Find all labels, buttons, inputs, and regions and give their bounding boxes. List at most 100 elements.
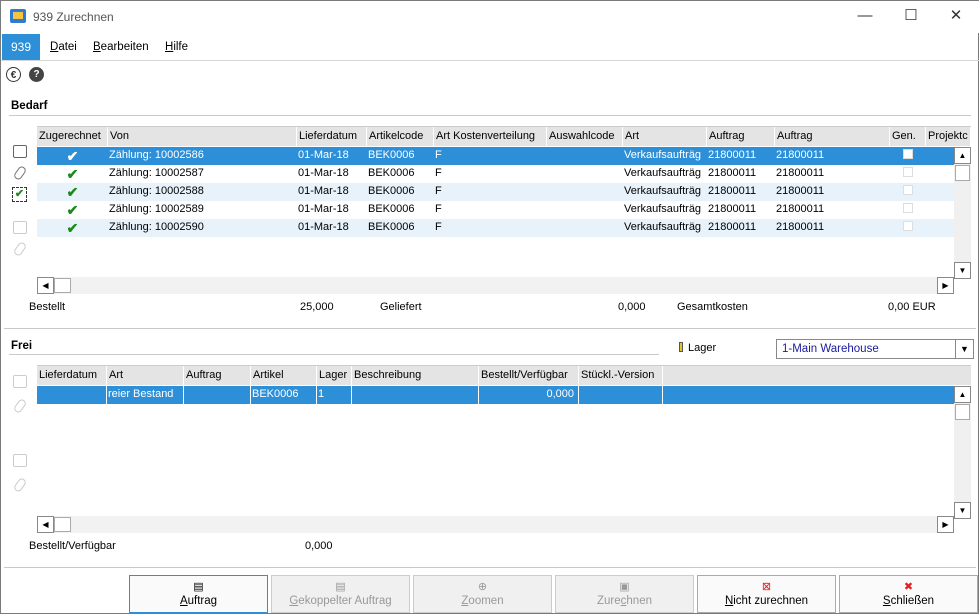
select-all-icon[interactable]: ✔ (12, 187, 27, 202)
menu-badge[interactable]: 939 (2, 34, 40, 60)
cell-art: Verkaufsaufträg (624, 185, 702, 197)
zoom-icon: ⊕ (477, 581, 488, 593)
bedarf-vscroll[interactable]: ▲ ▼ (954, 147, 971, 279)
table-row[interactable]: ✔ Zählung: 10002589 01-Mar-18 BEK0006 F … (37, 201, 954, 219)
scroll-thumb[interactable] (54, 278, 71, 293)
maximize-button[interactable]: ☐ (888, 1, 934, 31)
nicht-zurechnen-button[interactable]: ⊠ Nicht zurechnen (697, 575, 836, 613)
zurechnen-button[interactable]: ▣ Zurechnen (555, 575, 694, 613)
col-header[interactable]: Artikel (251, 366, 317, 385)
cell-auftrag2: 21800011 (776, 185, 825, 197)
bestellt-verfuegbar-label: Bestellt/Verfügbar (29, 540, 116, 552)
col-header[interactable]: Lieferdatum (37, 366, 107, 385)
auftrag-hotkey: A (179, 595, 188, 607)
table-row[interactable]: reier Bestand BEK0006 1 0,000 (37, 386, 954, 404)
scroll-up-icon[interactable]: ▲ (954, 147, 971, 164)
menu-bearbeiten-label: earbeiten (100, 41, 149, 53)
col-header[interactable]: Gen. (890, 127, 926, 146)
zugerechnet-check[interactable]: ✔ (37, 183, 108, 201)
minimize-button[interactable]: — (842, 1, 888, 31)
scroll-thumb[interactable] (54, 517, 71, 532)
col-header[interactable]: Von (108, 127, 297, 146)
col-header[interactable]: Beschreibung (352, 366, 479, 385)
zugerechnet-check[interactable]: ✔ (37, 201, 108, 219)
cell-art: Verkaufsaufträg (624, 221, 702, 233)
scroll-thumb[interactable] (955, 165, 970, 181)
scroll-down-icon[interactable]: ▼ (954, 502, 971, 519)
geliefert-value: 0,000 (618, 301, 646, 313)
col-header[interactable]: Stückl.-Version (579, 366, 663, 385)
close-window-button[interactable]: ✕ (933, 1, 979, 31)
bedarf-grid: Zugerechnet Von Lieferdatum Artikelcode … (37, 126, 971, 294)
col-header[interactable]: Art Kostenverteilung (434, 127, 547, 146)
cell-auftrag1: 21800011 (708, 167, 757, 179)
zugerechnet-check[interactable]: ✔ (37, 147, 108, 165)
gen-checkbox[interactable] (890, 201, 926, 215)
order-icon: ▤ (193, 581, 204, 593)
chevron-down-icon[interactable]: ▼ (955, 340, 973, 358)
gen-checkbox[interactable] (890, 219, 926, 233)
scroll-right-icon[interactable]: ▶ (937, 277, 954, 294)
col-header[interactable]: Artikelcode (367, 127, 434, 146)
gen-checkbox[interactable] (890, 165, 926, 179)
scroll-up-icon[interactable]: ▲ (954, 386, 971, 403)
gekoppelter-hotkey: G (289, 595, 299, 607)
bedarf-rows: ✔ Zählung: 10002586 01-Mar-18 BEK0006 F … (37, 147, 954, 237)
menu-datei[interactable]: Datei (50, 41, 77, 53)
help-icon[interactable]: ? (29, 67, 44, 82)
zugerechnet-check[interactable]: ✔ (37, 165, 108, 183)
col-header[interactable]: Lager (317, 366, 352, 385)
col-header[interactable]: Auftrag (184, 366, 251, 385)
frei-divider (9, 354, 659, 355)
schliessen-button[interactable]: ✖ Schließen (839, 575, 978, 613)
zugerechnet-check[interactable]: ✔ (37, 219, 108, 237)
table-row[interactable]: ✔ Zählung: 10002588 01-Mar-18 BEK0006 F … (37, 183, 954, 201)
col-header[interactable]: Lieferdatum (297, 127, 367, 146)
bestellt-value: 25,000 (300, 301, 334, 313)
cell-art: reier Bestand (107, 386, 184, 404)
col-header[interactable]: Art (107, 366, 184, 385)
gen-checkbox[interactable] (890, 147, 926, 161)
cell-kv: F (435, 185, 442, 197)
scroll-left-icon[interactable]: ◀ (37, 516, 54, 533)
menu-bearbeiten[interactable]: Bearbeiten (93, 41, 149, 53)
paperclip-icon[interactable] (12, 164, 28, 182)
col-header[interactable]: Auswahlcode (547, 127, 623, 146)
gekoppelter-auftrag-button[interactable]: ▤ Gekoppelter Auftrag (271, 575, 410, 613)
cell-beschreibung (352, 386, 479, 404)
table-row[interactable]: ✔ Zählung: 10002586 01-Mar-18 BEK0006 F … (37, 147, 954, 165)
cell-auftrag2: 21800011 (776, 203, 825, 215)
col-header[interactable]: Bestellt/Verfügbar (479, 366, 579, 385)
table-row[interactable]: ✔ Zählung: 10002587 01-Mar-18 BEK0006 F … (37, 165, 954, 183)
col-header[interactable]: Projektc (926, 127, 971, 146)
linked-order-icon: ▤ (335, 581, 346, 593)
cell-kv: F (435, 221, 442, 233)
scroll-thumb[interactable] (955, 404, 970, 420)
lager-select[interactable]: 1-Main Warehouse ▼ (776, 339, 974, 359)
menu-hilfe-label: ilfe (173, 41, 189, 53)
scroll-down-icon[interactable]: ▼ (954, 262, 971, 279)
currency-icon[interactable]: € (6, 67, 21, 82)
scroll-left-icon[interactable]: ◀ (37, 277, 54, 294)
note-icon[interactable] (13, 145, 27, 158)
col-header[interactable]: Auftrag (707, 127, 775, 146)
cell-code: BEK0006 (368, 221, 415, 233)
col-header[interactable]: Zugerechnet (37, 127, 108, 146)
col-header[interactable]: Art (623, 127, 707, 146)
frei-hscroll[interactable]: ◀ ▶ (37, 516, 954, 533)
menu-datei-label: atei (58, 41, 77, 53)
table-row[interactable]: ✔ Zählung: 10002590 01-Mar-18 BEK0006 F … (37, 219, 954, 237)
auftrag-button[interactable]: ▤ Auftrag (129, 575, 268, 613)
frei-vscroll[interactable]: ▲ ▼ (954, 386, 971, 519)
bedarf-hscroll[interactable]: ◀ ▶ (37, 277, 954, 294)
menu-hilfe[interactable]: Hilfe (165, 41, 188, 53)
lager-select-value: 1-Main Warehouse (782, 343, 879, 355)
zoomen-label: oomen (468, 595, 504, 607)
bestellt-label: Bestellt (29, 301, 66, 313)
zoomen-button[interactable]: ⊕ Zoomen (413, 575, 552, 613)
scroll-right-icon[interactable]: ▶ (937, 516, 954, 533)
col-header[interactable]: Auftrag (775, 127, 890, 146)
gen-checkbox[interactable] (890, 183, 926, 197)
cell-code: BEK0006 (368, 185, 415, 197)
gekoppelter-label: ekoppelter Auftrag (298, 595, 392, 607)
